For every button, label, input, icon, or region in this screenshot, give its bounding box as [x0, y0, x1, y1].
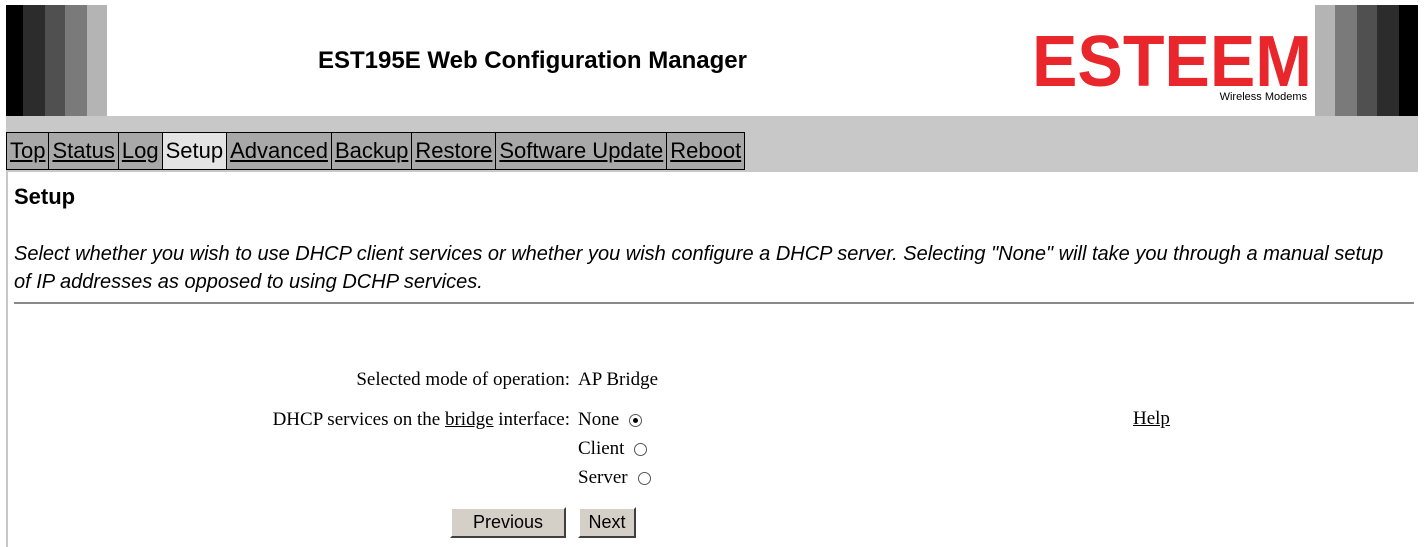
help-link[interactable]: Help: [1133, 408, 1170, 430]
page-title: Setup: [14, 184, 76, 209]
option-client-radio[interactable]: [634, 442, 648, 456]
previous-button[interactable]: Previous: [450, 507, 566, 538]
decorative-stripes-right: [1315, 5, 1418, 116]
nav-bar: Top Status Log Setup Advanced Backup Res…: [6, 116, 1418, 172]
app-title: EST195E Web Configuration Manager: [318, 47, 747, 74]
divider: [14, 302, 1414, 304]
tab-status[interactable]: Status: [49, 132, 119, 170]
esteem-logo: ESTEEM Wireless Modems: [1030, 22, 1313, 106]
main-content: Setup Select whether you wish to use DHC…: [6, 172, 1420, 547]
tab-top[interactable]: Top: [6, 132, 50, 170]
tab-advanced[interactable]: Advanced: [227, 132, 332, 170]
intro-text: Select whether you wish to use DHCP clie…: [14, 243, 1384, 293]
option-server-radio[interactable]: [637, 471, 651, 485]
option-none-label: None: [578, 409, 620, 430]
option-none-radio[interactable]: [629, 413, 643, 427]
option-server-label: Server: [578, 467, 628, 488]
tab-log[interactable]: Log: [118, 132, 163, 170]
next-button[interactable]: Next: [578, 507, 636, 538]
header: EST195E Web Configuration Manager ESTEEM…: [6, 5, 1418, 116]
option-server[interactable]: Server: [578, 467, 651, 489]
mode-label: Selected mode of operation:: [356, 369, 570, 390]
dhcp-label-pre: DHCP services on the: [272, 409, 441, 430]
option-client[interactable]: Client: [578, 438, 648, 460]
dhcp-label-post: interface:: [498, 409, 570, 430]
tab-setup[interactable]: Setup: [162, 132, 228, 170]
logo-tagline: Wireless Modems: [1219, 91, 1307, 103]
nav-tabs: Top Status Log Setup Advanced Backup Res…: [6, 132, 746, 170]
mode-value: AP Bridge: [578, 369, 659, 390]
tab-software-update[interactable]: Software Update: [496, 132, 668, 170]
decorative-stripes-left: [6, 5, 107, 116]
tab-restore[interactable]: Restore: [412, 132, 497, 170]
option-none[interactable]: None: [578, 409, 643, 431]
tab-backup[interactable]: Backup: [331, 132, 413, 170]
option-client-label: Client: [578, 438, 625, 459]
bridge-link[interactable]: bridge: [445, 409, 494, 430]
dhcp-services-label: DHCP services on the bridge interface:: [273, 409, 570, 431]
tab-reboot[interactable]: Reboot: [667, 132, 746, 170]
